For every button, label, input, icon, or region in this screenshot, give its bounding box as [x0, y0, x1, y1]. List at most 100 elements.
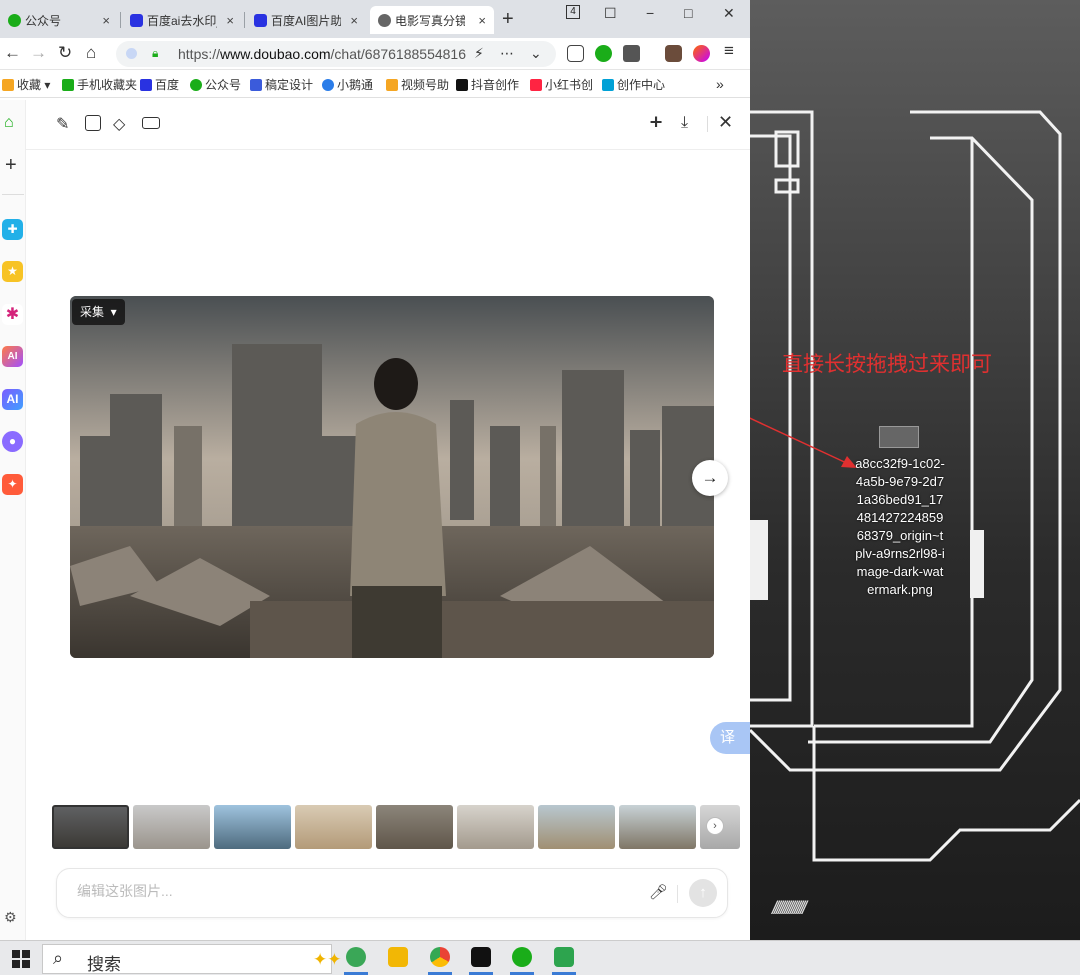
thumbnail[interactable] — [376, 805, 453, 849]
tab-close-icon[interactable]: × — [478, 13, 486, 28]
thumbnail[interactable] — [52, 805, 129, 849]
editor-toolbar: ✎ ◇ ➕︎ ⤓ ✕ — [26, 100, 750, 150]
export-icon[interactable]: ➕︎ — [650, 114, 662, 132]
tab-label: 百度ai去水印_ — [147, 13, 217, 28]
thumbnail[interactable] — [214, 805, 291, 849]
more-dots-icon[interactable]: ⋯ — [500, 45, 514, 62]
search-label: 搜索 — [87, 955, 121, 974]
tab-baidu-ai-image[interactable]: 百度AI图片助手 × — [246, 6, 366, 34]
crop-expand-icon[interactable] — [85, 115, 101, 131]
desktop-wallpaper: 直接长按拖拽过来即可 a8cc32f9-1c02-4a5b-9e79-2d71a… — [750, 0, 1080, 940]
next-image-button[interactable]: → — [692, 460, 728, 496]
bookmark-item[interactable]: 抖音创作 — [456, 76, 519, 93]
baidu-paw-icon — [130, 13, 143, 27]
search-icon: ⌕ — [53, 948, 64, 968]
bookmark-item[interactable]: 小红书创 — [530, 76, 593, 93]
chat-bot-icon[interactable]: ● — [2, 431, 23, 452]
tab-baidu-watermark[interactable]: 百度ai去水印_ × — [122, 6, 242, 34]
ai-app-icon[interactable]: AI — [2, 389, 23, 410]
image-file-icon[interactable] — [879, 426, 919, 448]
maximize-icon[interactable]: □ — [684, 5, 692, 21]
bookmark-item[interactable]: 收藏 ▾ — [2, 76, 50, 93]
tab-doubao-active[interactable]: 电影写真分镜 × — [370, 6, 494, 34]
capcut-icon[interactable] — [471, 947, 491, 967]
chrome-icon[interactable] — [430, 947, 450, 967]
wechat-mp-icon — [8, 13, 21, 27]
url-input[interactable]: 🔒︎ https://www.doubao.com/chat/687618855… — [116, 41, 556, 67]
gaoding-icon — [250, 78, 262, 91]
reload-icon[interactable]: ↻ — [58, 43, 72, 63]
thumbnail[interactable] — [133, 805, 210, 849]
security-dot-icon — [126, 48, 137, 59]
tab-close-icon[interactable]: × — [102, 13, 110, 28]
remote-desktop-icon[interactable] — [554, 947, 574, 967]
bookmark-item[interactable]: 手机收藏夹 — [62, 76, 137, 93]
minimize-icon[interactable]: − — [646, 5, 654, 21]
bookmarks-bar: 收藏 ▾ 手机收藏夹 百度 公众号 稿定设计 小鹅通 视频号助 抖音创作 小红书… — [0, 70, 750, 98]
ruined-city-scene — [70, 296, 714, 658]
edge-browser-icon[interactable] — [346, 947, 366, 967]
edit-image-input[interactable] — [77, 883, 617, 899]
thumbnail[interactable] — [538, 805, 615, 849]
settings-gear-icon[interactable]: ⚙ — [4, 909, 17, 926]
collect-dropdown-button[interactable]: 采集 ▾ — [72, 299, 125, 325]
reader-icon[interactable] — [567, 45, 584, 62]
wallet-icon[interactable] — [665, 45, 682, 62]
forward-icon[interactable]: → — [30, 43, 47, 63]
close-icon[interactable]: ✕ — [718, 112, 733, 133]
windows-start-icon[interactable] — [12, 950, 30, 968]
app-blue-icon[interactable]: ✚ — [2, 219, 23, 240]
magic-brush-icon[interactable]: ✎ — [56, 114, 69, 134]
tab-gongzhonghao[interactable]: 公众号 × — [0, 6, 118, 34]
taskbar-search-box[interactable]: ⌕ 搜索 ✦✦ — [42, 944, 342, 974]
star-icon — [2, 78, 14, 91]
lightning-icon[interactable]: ⚡︎ — [474, 45, 484, 62]
gamepad-icon[interactable]: ✦ — [2, 474, 23, 495]
thumbnail[interactable] — [295, 805, 372, 849]
eraser-icon[interactable]: ◇ — [113, 114, 125, 134]
bookmarks-overflow-button[interactable]: » — [716, 76, 724, 92]
add-icon[interactable]: + — [5, 154, 17, 177]
tab-bar: 公众号 × 百度ai去水印_ × 百度AI图片助手 × 电影写真分镜 × + 4… — [0, 0, 750, 38]
tab-close-icon[interactable]: × — [226, 13, 234, 28]
desktop-file-name[interactable]: a8cc32f9-1c02-4a5b-9e79-2d71a36bed91_174… — [854, 455, 946, 599]
send-button[interactable]: ↑ — [689, 879, 717, 907]
translate-button[interactable]: 译 — [710, 722, 750, 754]
thumbnail-next-icon[interactable]: › — [706, 817, 724, 835]
microphone-icon[interactable]: 🎤︎ — [649, 883, 668, 901]
puzzle-icon[interactable] — [623, 45, 640, 62]
window-close-icon[interactable]: ✕ — [723, 5, 735, 22]
back-icon[interactable]: ← — [4, 43, 21, 63]
download-icon[interactable]: ⤓ — [681, 114, 688, 132]
ai-ring-icon[interactable]: AI — [2, 346, 23, 367]
bookmark-item[interactable]: 百度 — [140, 76, 179, 93]
network-app-icon[interactable]: ✱ — [2, 304, 23, 325]
menu-icon[interactable]: ≡ — [724, 41, 734, 61]
bookmark-item[interactable]: 稿定设计 — [250, 76, 313, 93]
hd-icon[interactable] — [142, 117, 160, 129]
file-explorer-icon[interactable] — [388, 947, 408, 967]
edit-prompt-box: 🎤︎ ↑ — [56, 868, 728, 918]
tab-count-badge[interactable]: 4 — [566, 5, 580, 19]
thumbnail[interactable] — [619, 805, 696, 849]
chevron-down-icon[interactable]: ⌄ — [530, 45, 542, 62]
bookmark-item[interactable]: 小鹅通 — [322, 76, 373, 93]
home-icon[interactable]: ⌂ — [4, 114, 14, 132]
bookmark-item[interactable]: 公众号 — [190, 76, 241, 93]
bookmark-item[interactable]: 视频号助 — [386, 76, 449, 93]
lock-icon[interactable]: 🔒︎ — [152, 46, 158, 61]
thumbnail[interactable] — [457, 805, 534, 849]
tab-label: 公众号 — [25, 13, 62, 28]
new-tab-button[interactable]: + — [502, 8, 514, 31]
profile-icon[interactable] — [693, 45, 710, 62]
tab-close-icon[interactable]: × — [350, 13, 358, 28]
wechat-icon[interactable] — [512, 947, 532, 967]
star-app-icon[interactable]: ★ — [2, 261, 23, 282]
wechat-mp-icon — [190, 78, 202, 91]
bilibili-icon — [602, 78, 614, 91]
extension-green-icon[interactable] — [595, 45, 612, 62]
left-sidebar: ⌂ + ✚ ★ ✱ AI AI ● ✦ — [0, 100, 26, 940]
shirt-icon[interactable]: ☐ — [604, 5, 617, 22]
home-icon[interactable]: ⌂ — [86, 43, 96, 63]
bookmark-item[interactable]: 创作中心 — [602, 76, 665, 93]
